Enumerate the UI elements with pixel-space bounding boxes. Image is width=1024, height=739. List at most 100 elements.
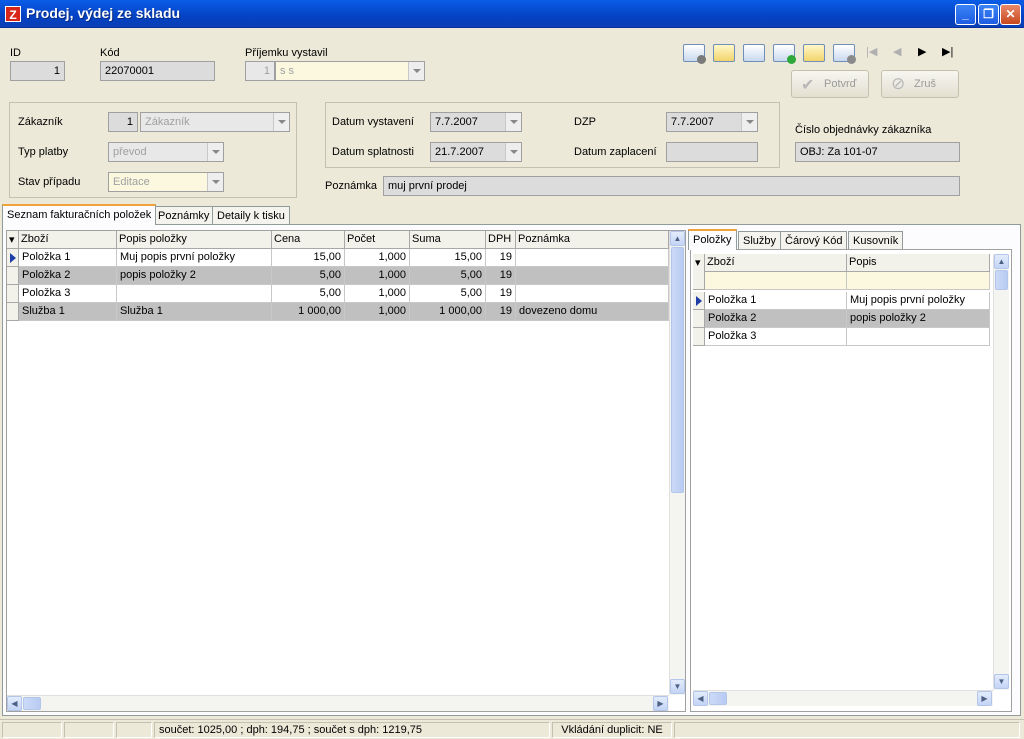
column-header[interactable]: Suma <box>410 231 486 249</box>
table-cell[interactable]: 19 <box>486 249 516 267</box>
add-record-icon[interactable] <box>773 44 796 64</box>
tab-polozky[interactable]: Položky <box>688 229 737 250</box>
table-cell[interactable]: dovezeno domu <box>516 303 669 321</box>
table-cell[interactable]: 15,00 <box>272 249 345 267</box>
grid-menu-icon[interactable]: ▾ <box>7 231 19 249</box>
column-header[interactable]: Zboží <box>705 254 847 272</box>
scroll-thumb[interactable] <box>23 697 41 710</box>
row-selector[interactable] <box>7 303 19 321</box>
table-cell[interactable]: 1,000 <box>345 303 410 321</box>
table-cell[interactable]: 1,000 <box>345 267 410 285</box>
side-grid[interactable]: ▾ Zboží Popis Položka 1 Muj popis první … <box>690 249 1012 712</box>
tab-detaily-k-tisku[interactable]: Detaily k tisku <box>212 206 290 225</box>
column-header[interactable]: Poznámka <box>516 231 669 249</box>
scroll-right-icon[interactable]: ▶ <box>653 696 668 711</box>
vystaveni-date-field[interactable]: 7.7.2007 <box>430 112 522 132</box>
table-cell[interactable]: Položka 3 <box>705 328 847 346</box>
table-cell[interactable]: 5,00 <box>272 267 345 285</box>
vertical-scrollbar[interactable]: ▲ ▼ <box>669 231 685 695</box>
vystavil-select[interactable]: s s <box>275 61 425 81</box>
stav-select[interactable]: Editace <box>108 172 224 192</box>
table-cell[interactable]: 19 <box>486 303 516 321</box>
restore-icon[interactable]: ❐ <box>978 4 999 25</box>
scroll-thumb[interactable] <box>671 247 684 493</box>
scroll-thumb[interactable] <box>995 270 1008 290</box>
scroll-down-icon[interactable]: ▼ <box>670 679 685 694</box>
dzp-date-field[interactable]: 7.7.2007 <box>666 112 758 132</box>
table-cell[interactable]: Položka 2 <box>705 310 847 328</box>
table-cell[interactable]: Muj popis první položky <box>847 292 990 310</box>
table-cell[interactable] <box>516 267 669 285</box>
splatnosti-date-field[interactable]: 21.7.2007 <box>430 142 522 162</box>
table-cell[interactable]: 1 000,00 <box>272 303 345 321</box>
horizontal-scrollbar[interactable]: ◀ ▶ <box>7 695 669 711</box>
table-cell[interactable]: popis položky 2 <box>117 267 272 285</box>
table-cell[interactable]: 1,000 <box>345 249 410 267</box>
chevron-down-icon[interactable] <box>207 143 223 161</box>
table-cell[interactable]: Služba 1 <box>19 303 117 321</box>
kod-field[interactable]: 22070001 <box>100 61 215 81</box>
scroll-thumb[interactable] <box>709 692 727 705</box>
next-record-icon[interactable]: ▶ <box>918 45 926 58</box>
items-grid[interactable]: ▾ Zboží Popis položky Cena Počet Suma DP… <box>6 230 686 712</box>
chevron-down-icon[interactable] <box>505 143 521 161</box>
column-header[interactable]: Popis položky <box>117 231 272 249</box>
table-cell[interactable]: popis položky 2 <box>847 310 990 328</box>
table-cell[interactable] <box>117 285 272 303</box>
zakaznik-select[interactable]: Zákazník <box>140 112 290 132</box>
table-cell[interactable]: 15,00 <box>410 249 486 267</box>
vertical-scrollbar[interactable]: ▲ ▼ <box>993 254 1009 690</box>
table-cell[interactable]: 19 <box>486 285 516 303</box>
table-cell[interactable]: Položka 1 <box>19 249 117 267</box>
table-cell[interactable] <box>516 249 669 267</box>
table-cell[interactable]: 5,00 <box>272 285 345 303</box>
row-selector[interactable] <box>693 292 705 310</box>
vystavil-id-field[interactable]: 1 <box>245 61 275 81</box>
note-field[interactable]: muj první prodej <box>383 176 960 196</box>
column-header[interactable]: Počet <box>345 231 410 249</box>
scroll-left-icon[interactable]: ◀ <box>7 696 22 711</box>
chevron-down-icon[interactable] <box>207 173 223 191</box>
column-header[interactable]: Zboží <box>19 231 117 249</box>
scroll-left-icon[interactable]: ◀ <box>693 691 708 706</box>
grid-menu-icon[interactable]: ▾ <box>693 254 705 290</box>
edit-icon[interactable] <box>713 44 735 62</box>
row-selector[interactable] <box>693 310 705 328</box>
table-cell[interactable]: Služba 1 <box>117 303 272 321</box>
horizontal-scrollbar[interactable]: ◀ ▶ <box>693 690 993 706</box>
table-cell[interactable]: Muj popis první položky <box>117 249 272 267</box>
filter-cell[interactable] <box>847 272 990 290</box>
last-record-icon[interactable]: ▶| <box>942 45 953 58</box>
delete-record-icon[interactable] <box>833 44 856 64</box>
tab-kusovnik[interactable]: Kusovník <box>848 231 904 250</box>
tab-seznam-polozek[interactable]: Seznam fakturačních položek <box>2 204 157 225</box>
check-list-icon[interactable] <box>683 44 706 64</box>
table-cell[interactable]: 1 000,00 <box>410 303 486 321</box>
zakaznik-id-field[interactable]: 1 <box>108 112 138 132</box>
tab-poznamky[interactable]: Poznámky <box>153 206 215 225</box>
table-cell[interactable]: 5,00 <box>410 267 486 285</box>
table-cell[interactable] <box>847 328 990 346</box>
filter-cell[interactable] <box>705 272 847 290</box>
scroll-up-icon[interactable]: ▲ <box>994 254 1009 269</box>
confirm-button[interactable]: ✔ Potvrď <box>791 70 869 98</box>
table-cell[interactable] <box>516 285 669 303</box>
tab-carovy-kod[interactable]: Čárový Kód <box>780 231 848 250</box>
row-selector[interactable] <box>693 328 705 346</box>
table-cell[interactable]: 5,00 <box>410 285 486 303</box>
table-cell[interactable]: 1,000 <box>345 285 410 303</box>
chevron-down-icon[interactable] <box>505 113 521 131</box>
row-selector[interactable] <box>7 249 19 267</box>
chevron-down-icon[interactable] <box>741 113 757 131</box>
column-header[interactable]: Popis <box>847 254 990 272</box>
table-cell[interactable]: Položka 2 <box>19 267 117 285</box>
row-selector[interactable] <box>7 267 19 285</box>
previous-record-icon[interactable]: ◀ <box>893 45 901 58</box>
order-number-field[interactable]: OBJ: Za 101-07 <box>795 142 960 162</box>
typ-platby-select[interactable]: převod <box>108 142 224 162</box>
scroll-down-icon[interactable]: ▼ <box>994 674 1009 689</box>
tab-sluzby[interactable]: Služby <box>738 231 782 250</box>
zaplaceni-date-field[interactable] <box>666 142 758 162</box>
scroll-right-icon[interactable]: ▶ <box>977 691 992 706</box>
first-record-icon[interactable]: |◀ <box>866 45 877 58</box>
